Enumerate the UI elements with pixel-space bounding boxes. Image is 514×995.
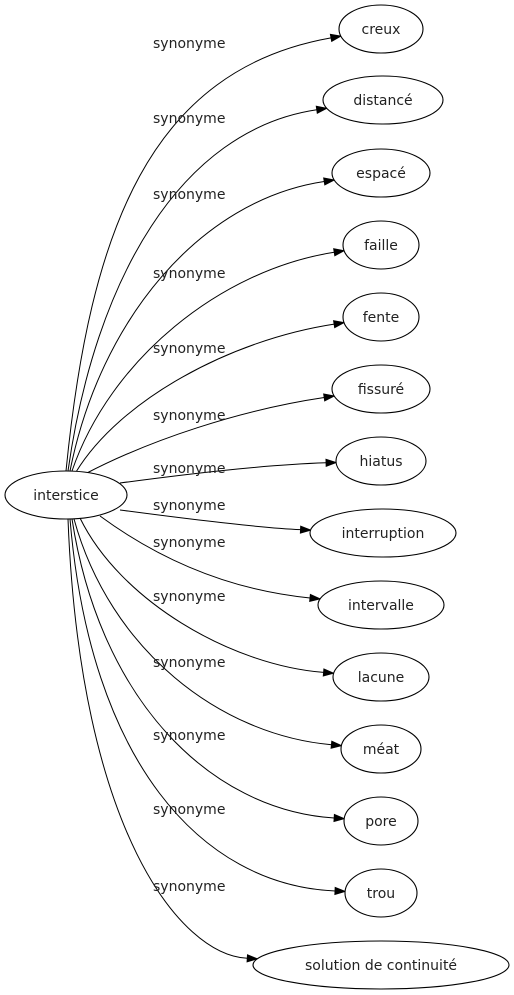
arrowhead-faille [333, 248, 346, 257]
target-node-label: hiatus [360, 454, 403, 470]
target-node-label: faille [364, 238, 398, 254]
target-node-label: creux [362, 22, 401, 38]
edge-label-meat: synonyme [153, 655, 225, 671]
arrowhead-pore [333, 813, 346, 823]
arrowhead-lacune [322, 668, 336, 677]
edge-label-pore: synonyme [153, 728, 225, 744]
target-node-creux[interactable]: creux [338, 4, 424, 54]
target-node-hiatus[interactable]: hiatus [335, 436, 427, 486]
edge-faille [71, 251, 335, 472]
edge-label-solution-de-continuite: synonyme [153, 879, 225, 895]
target-node-faille[interactable]: faille [342, 220, 420, 270]
target-node-espace[interactable]: espacé [331, 148, 431, 198]
synonym-graph: synonyme synonyme synonyme synonyme synonyme… [4, 4, 510, 990]
arrowhead-meat [330, 740, 343, 749]
arrowhead-hiatus [325, 458, 338, 468]
target-node-label: lacune [358, 670, 405, 686]
target-node-solution-de-continuite[interactable]: solution de continuité [252, 940, 510, 990]
edge-label-distance: synonyme [153, 111, 225, 127]
arrowhead-creux [329, 33, 343, 43]
edge-label-hiatus: synonyme [153, 461, 225, 477]
source-node-label: interstice [33, 488, 99, 504]
target-node-lacune[interactable]: lacune [332, 652, 430, 702]
target-node-interruption[interactable]: interruption [309, 508, 457, 558]
target-node-label: intervalle [348, 598, 414, 614]
target-node-label: solution de continuité [305, 958, 457, 974]
arrowhead-interruption [299, 525, 313, 534]
edge-label-intervalle: synonyme [153, 535, 225, 551]
target-node-label: distancé [353, 93, 412, 109]
arrowhead-espace [323, 177, 336, 186]
edge-label-creux: synonyme [153, 36, 225, 52]
target-node-label: méat [363, 742, 400, 758]
target-node-intervalle[interactable]: intervalle [317, 580, 445, 630]
edge-labels-layer: synonyme synonyme synonyme synonyme synonyme… [153, 36, 225, 895]
edge-label-espace: synonyme [153, 187, 225, 203]
edge-label-fente: synonyme [153, 341, 225, 357]
target-node-distance[interactable]: distancé [322, 75, 444, 125]
target-node-trou[interactable]: trou [344, 868, 418, 918]
arrowhead-intervalle [309, 593, 322, 603]
edge-trou [69, 518, 336, 892]
edge-label-interruption: synonyme [153, 498, 225, 514]
edge-label-faille: synonyme [153, 266, 225, 282]
target-node-label: interruption [342, 526, 425, 542]
arrowhead-trou [334, 886, 347, 896]
arrowhead-fente [332, 320, 346, 329]
target-node-label: pore [365, 814, 397, 830]
target-node-label: trou [367, 886, 395, 902]
target-node-fissure[interactable]: fissuré [331, 364, 431, 414]
target-node-label: fissuré [358, 382, 404, 398]
edge-label-trou: synonyme [153, 802, 225, 818]
target-node-pore[interactable]: pore [343, 796, 419, 846]
source-node[interactable]: interstice [4, 470, 128, 520]
target-node-meat[interactable]: méat [340, 724, 422, 774]
edge-label-fissure: synonyme [153, 408, 225, 424]
target-node-label: espacé [356, 166, 406, 182]
nodes-layer: interstice creux distancé espacé faille fent… [4, 4, 510, 990]
target-node-fente[interactable]: fente [342, 292, 420, 342]
target-node-label: fente [363, 310, 400, 326]
arrowhead-fissure [323, 393, 336, 402]
edge-creux [65, 37, 332, 472]
edge-label-lacune: synonyme [153, 589, 225, 605]
